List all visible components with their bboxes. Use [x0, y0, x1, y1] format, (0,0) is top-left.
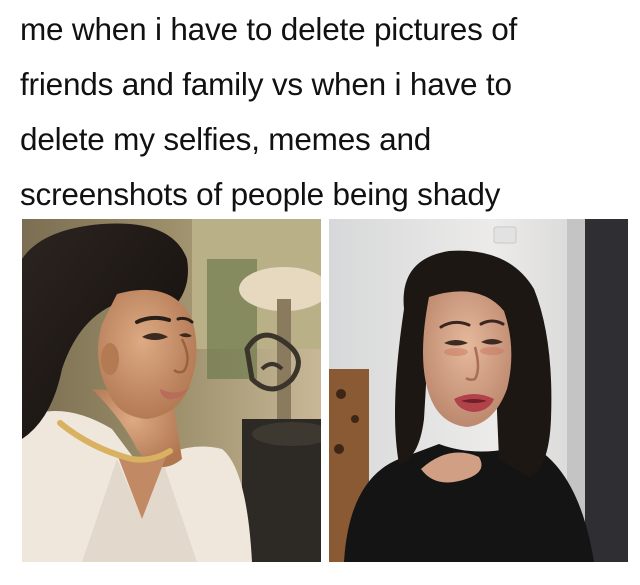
caption-line-4: screenshots of people being shady	[20, 176, 501, 212]
left-photo-smiling-woman	[22, 219, 321, 562]
meme-caption: me when i have to delete pictures of fri…	[20, 2, 620, 222]
smiling-woman-illustration	[22, 219, 321, 562]
caption-line-3: delete my selfies, memes and	[20, 121, 432, 157]
right-photo-crying-woman	[329, 219, 628, 562]
caption-line-2: friends and family vs when i have to	[20, 66, 512, 102]
caption-line-1: me when i have to delete pictures of	[20, 11, 518, 47]
crying-woman-illustration	[329, 219, 628, 562]
